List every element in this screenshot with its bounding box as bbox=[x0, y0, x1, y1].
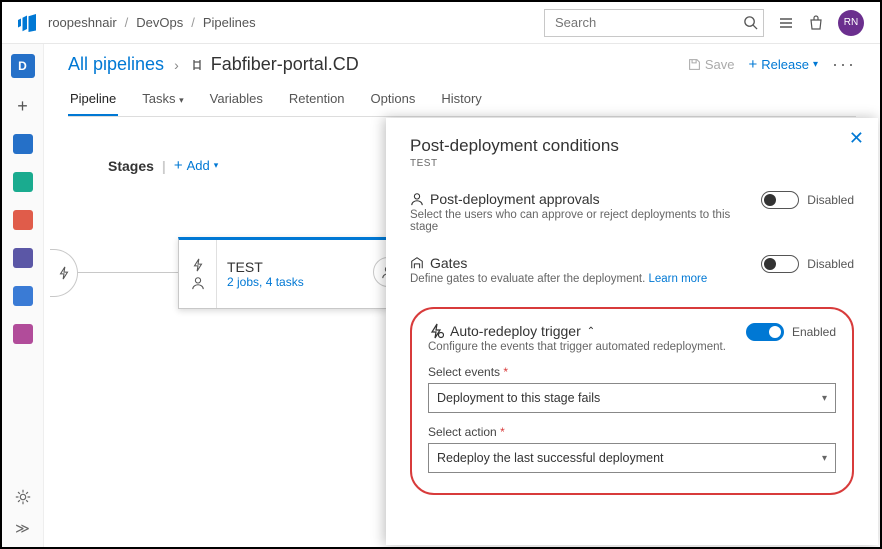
auto-redeploy-toggle[interactable] bbox=[746, 323, 784, 341]
more-menu-button[interactable]: ··· bbox=[832, 54, 856, 75]
lightning-icon bbox=[191, 258, 205, 272]
post-deployment-panel: ✕ Post-deployment conditions TEST Post-d… bbox=[386, 118, 878, 545]
release-button[interactable]: + Release ▾ bbox=[749, 56, 819, 73]
azure-devops-logo bbox=[18, 14, 36, 32]
user-avatar[interactable]: RN bbox=[838, 10, 864, 36]
approvals-toggle[interactable] bbox=[761, 191, 799, 209]
nav-pipelines-icon[interactable] bbox=[13, 210, 33, 230]
breadcrumb: roopeshnair / DevOps / Pipelines bbox=[48, 15, 256, 30]
chevron-down-icon: ▾ bbox=[214, 160, 219, 171]
nav-repos-icon[interactable] bbox=[13, 172, 33, 192]
approvals-desc: Select the users who can approve or reje… bbox=[410, 209, 747, 233]
plus-icon: + bbox=[749, 56, 758, 73]
panel-title: Post-deployment conditions bbox=[410, 136, 854, 156]
chevron-down-icon: ▾ bbox=[822, 393, 827, 404]
panel-stage-name: TEST bbox=[410, 158, 854, 169]
stages-header: Stages | + Add ▾ bbox=[108, 157, 218, 174]
nav-boards-icon[interactable] bbox=[13, 134, 33, 154]
pipeline-icon bbox=[189, 57, 205, 73]
events-label: Select events * bbox=[428, 365, 836, 379]
top-bar: roopeshnair / DevOps / Pipelines RN bbox=[2, 2, 880, 44]
pipeline-title: Fabfiber-portal.CD bbox=[189, 54, 359, 75]
chevron-up-icon[interactable]: ⌃ bbox=[587, 326, 595, 337]
select-events-dropdown[interactable]: Deployment to this stage fails ▾ bbox=[428, 383, 836, 413]
nav-artifacts-icon[interactable] bbox=[13, 286, 33, 306]
add-stage-button[interactable]: + Add ▾ bbox=[174, 157, 218, 174]
save-button[interactable]: Save bbox=[688, 57, 735, 72]
auto-state: Enabled bbox=[792, 325, 836, 339]
approvals-state: Disabled bbox=[807, 193, 854, 207]
pre-deployment-conditions-button[interactable] bbox=[50, 249, 78, 297]
plus-icon: + bbox=[174, 157, 183, 174]
stage-card[interactable]: TEST 2 jobs, 4 tasks bbox=[178, 237, 388, 309]
all-pipelines-link[interactable]: All pipelines bbox=[68, 54, 164, 75]
tab-variables[interactable]: Variables bbox=[208, 83, 265, 116]
gates-icon bbox=[410, 256, 424, 270]
shopping-bag-icon[interactable] bbox=[808, 15, 824, 31]
search-input[interactable] bbox=[544, 9, 764, 37]
nav-testplans-icon[interactable] bbox=[13, 248, 33, 268]
search-box bbox=[544, 9, 764, 37]
lightning-icon bbox=[57, 266, 71, 280]
add-icon[interactable]: + bbox=[13, 96, 33, 116]
close-panel-button[interactable]: ✕ bbox=[849, 128, 864, 149]
tab-tasks[interactable]: Tasks ▾ bbox=[140, 83, 185, 116]
breadcrumb-section[interactable]: Pipelines bbox=[203, 15, 256, 30]
settings-gear-icon[interactable] bbox=[14, 488, 32, 506]
chevron-down-icon: ▾ bbox=[179, 95, 184, 105]
stage-jobs-link[interactable]: 2 jobs, 4 tasks bbox=[227, 275, 377, 289]
nav-extensions-icon[interactable] bbox=[13, 324, 33, 344]
auto-desc: Configure the events that trigger automa… bbox=[428, 341, 732, 353]
tab-retention[interactable]: Retention bbox=[287, 83, 347, 116]
person-icon bbox=[410, 192, 424, 206]
search-icon bbox=[743, 15, 758, 30]
stage-name: TEST bbox=[227, 259, 377, 275]
gates-toggle[interactable] bbox=[761, 255, 799, 273]
breadcrumb-org[interactable]: roopeshnair bbox=[48, 15, 117, 30]
tab-history[interactable]: History bbox=[439, 83, 483, 116]
approvals-section: Post-deployment approvals Select the use… bbox=[410, 191, 854, 233]
chevron-down-icon: ▾ bbox=[822, 453, 827, 464]
person-icon bbox=[191, 276, 205, 290]
gates-section: Gates Define gates to evaluate after the… bbox=[410, 255, 854, 285]
gates-desc: Define gates to evaluate after the deplo… bbox=[410, 273, 747, 285]
project-icon[interactable]: D bbox=[11, 54, 35, 78]
tab-options[interactable]: Options bbox=[369, 83, 418, 116]
redeploy-icon bbox=[428, 323, 444, 339]
left-sidebar: D + ≫ bbox=[2, 44, 44, 547]
breadcrumb-project[interactable]: DevOps bbox=[136, 15, 183, 30]
tab-pipeline[interactable]: Pipeline bbox=[68, 83, 118, 116]
chevron-down-icon: ▾ bbox=[813, 59, 818, 70]
auto-redeploy-section: Auto-redeploy trigger ⌃ Configure the ev… bbox=[410, 307, 854, 495]
gates-state: Disabled bbox=[807, 257, 854, 271]
select-action-dropdown[interactable]: Redeploy the last successful deployment … bbox=[428, 443, 836, 473]
chevron-right-icon: › bbox=[174, 57, 179, 73]
save-icon bbox=[688, 58, 701, 71]
action-label: Select action * bbox=[428, 425, 836, 439]
collapse-icon[interactable]: ≫ bbox=[15, 520, 30, 537]
tab-bar: Pipeline Tasks ▾ Variables Retention Opt… bbox=[68, 83, 856, 117]
stage-connector bbox=[68, 272, 178, 273]
learn-more-link[interactable]: Learn more bbox=[648, 273, 707, 285]
list-icon[interactable] bbox=[778, 15, 794, 31]
